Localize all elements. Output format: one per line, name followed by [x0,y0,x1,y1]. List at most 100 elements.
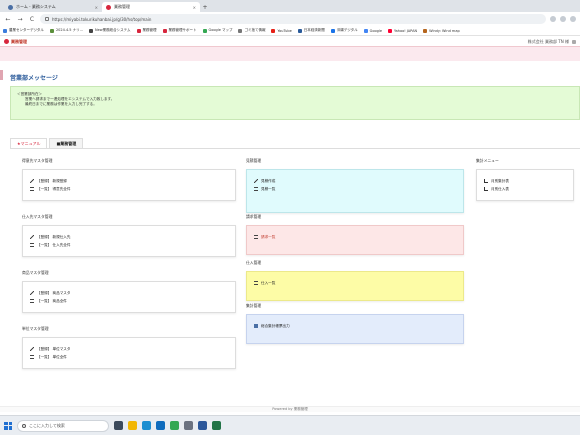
section-title: 集計管理 [246,303,262,308]
logout-icon[interactable] [572,39,576,44]
address-bar[interactable]: https://miyabi.tokurikuhanbai.jp/g/30/hs… [40,14,546,24]
browser-tab-home[interactable]: ホーム - 業務システム × [4,2,102,12]
product-panel: 【登録】 商品マスタ 【一覧】 商品全件 [22,281,236,313]
chrome-icon[interactable] [170,421,179,430]
link-label: 見積作成 [261,178,276,183]
customer-list-link[interactable]: 【一覧】 得意先全件 [30,185,228,193]
extension-icon[interactable] [550,16,556,22]
message-line: 最終日までに業務は作業を入力し完了する。 [25,102,97,106]
bookmark-item[interactable]: 沖縄デジタル [330,28,358,33]
monthly-purchase-link[interactable]: 月別仕入表 [484,185,566,193]
product-section: 商品マスタ管理 【登録】 商品マスタ 【一覧】 商品全件 [22,270,236,313]
bookmark-label: New業務総合システム [94,28,131,32]
tab-manual[interactable]: ★マニュアル [10,138,48,148]
bookmark-item[interactable]: 日本経済新聞 [297,28,325,33]
bookmark-icon [271,28,276,33]
supplier-register-link[interactable]: 【登録】 新規仕入先 [30,233,228,241]
estimate-create-link[interactable]: 見積作成 [254,177,456,185]
bookmark-item[interactable]: New業務総合システム [88,28,131,33]
excel-icon[interactable] [212,421,221,430]
bookmark-item[interactable]: Windy: Wind map [423,28,460,33]
windows-start-icon[interactable] [4,421,12,430]
link-label: 【一覧】 仕入先全件 [37,242,71,247]
purchase-section: 仕入管理 仕入一覧 [246,260,464,301]
user-info[interactable]: 株式会社 業務部 TN 様 [528,39,576,45]
chart-icon [484,187,488,191]
bookmark-item[interactable]: ゴミ捨て情報 [238,28,265,33]
back-button[interactable]: ← [4,15,12,23]
report-section: 集計管理 総合集計帳票出力 [246,303,464,344]
bookmark-item[interactable]: Google マップ [202,28,232,33]
sidebar-toggle[interactable] [0,70,3,80]
profile-icon[interactable] [560,16,566,22]
bookmark-label: 業務管理 [142,28,157,32]
bookmark-icon [388,28,392,33]
supplier-list-link[interactable]: 【一覧】 仕入先全件 [30,241,228,249]
purchase-panel: 仕入一覧 [246,271,464,301]
taskbar-search-input[interactable]: ここに入力して検索 [17,419,109,432]
product-list-link[interactable]: 【一覧】 商品全件 [30,297,228,305]
bookmark-item[interactable]: 業務管理サポート [162,28,197,33]
unit-section: 単位マスタ管理 【登録】 単位マスタ 【一覧】 単位全件 [22,326,236,369]
chart-icon [484,179,488,183]
link-label: 月別集計表 [491,178,509,183]
link-label: 月別仕入表 [491,186,509,191]
product-register-link[interactable]: 【登録】 商品マスタ [30,289,228,297]
link-label: 【一覧】 得意先全件 [37,186,71,191]
reload-button[interactable]: C [28,15,36,23]
bookmarks-bar: 農業センターデジタル 2024.4.5 ナリ... New業務総合システム 業務… [0,26,580,36]
bookmark-icon [3,28,7,33]
bookmark-label: YouTube [277,28,292,33]
bookmark-item[interactable]: 業務管理 [136,28,157,33]
bookmark-item[interactable]: Google [363,28,382,33]
edge-icon[interactable] [142,421,151,430]
invoice-list-link[interactable]: 請求一覧 [254,233,456,241]
logo-icon [4,39,9,44]
customer-register-link[interactable]: 【登録】 新規登録 [30,177,228,185]
outlook-icon[interactable] [156,421,165,430]
report-icon [254,324,258,328]
search-placeholder: ここに入力して検索 [29,422,65,428]
monthly-summary-link[interactable]: 月別集計表 [484,177,566,185]
bookmark-icon [136,28,141,33]
bookmark-item[interactable]: Yahoo! JAPAN [388,28,418,33]
message-panel: ＜営業部所在＞ 営業へ請求まで一連処理をエシステムで入力致します。 最終日までに… [10,86,580,120]
user-name: 株式会社 業務部 TN 様 [527,38,569,44]
bookmark-item[interactable]: YouTube [271,28,292,33]
supplier-panel: 【登録】 新規仕入先 【一覧】 仕入先全件 [22,225,236,257]
word-icon[interactable] [198,421,207,430]
menu-icon[interactable] [570,16,576,22]
settings-icon[interactable] [184,421,193,430]
search-icon [22,423,26,428]
purchase-list-link[interactable]: 仕入一覧 [254,279,456,287]
tab-business[interactable]: ■業務管理 [49,138,84,148]
link-label: 見積一覧 [261,186,276,191]
tab-close-icon[interactable]: × [95,5,98,10]
summary-menu-section: 集計メニュー 月別集計表 月別仕入表 [476,158,574,201]
report-output-link[interactable]: 総合集計帳票出力 [254,322,456,330]
file-explorer-icon[interactable] [128,421,137,430]
section-title: 見積管理 [246,158,262,163]
link-label: 【登録】 新規仕入先 [37,234,71,239]
bookmark-item[interactable]: 2024.4.5 ナリ... [49,28,83,33]
bookmark-label: Yahoo! JAPAN [394,28,418,33]
link-label: 【一覧】 単位全件 [37,354,67,359]
bookmark-item[interactable]: 農業センターデジタル [3,28,44,33]
task-view-icon[interactable] [114,421,123,430]
browser-tab-business[interactable]: 業務管理 × [102,2,200,12]
estimate-list-link[interactable]: 見積一覧 [254,185,456,193]
lock-icon [45,17,49,21]
bookmark-icon [49,28,54,33]
estimate-panel: 見積作成 見積一覧 [246,169,464,213]
tab-favicon-icon [8,4,13,10]
tab-close-icon[interactable]: × [193,5,196,10]
app-logo[interactable]: 業務管理 [4,39,27,45]
pencil-icon [30,235,34,239]
forward-button[interactable]: → [16,15,24,23]
section-title: 得意先マスタ管理 [22,158,53,163]
unit-list-link[interactable]: 【一覧】 単位全件 [30,353,228,361]
logo-text: 業務管理 [11,38,27,44]
new-tab-button[interactable]: + [200,2,210,12]
unit-register-link[interactable]: 【登録】 単位マスタ [30,345,228,353]
section-title: 仕入先マスタ管理 [22,214,53,219]
